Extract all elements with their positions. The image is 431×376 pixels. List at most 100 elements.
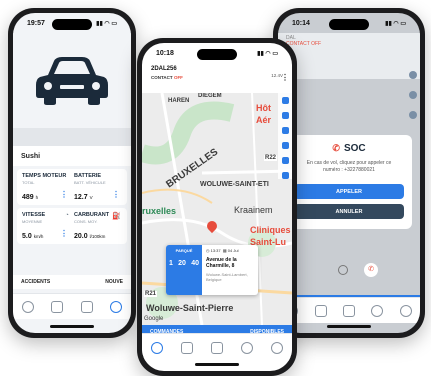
more-icon[interactable]: ⋮ — [60, 229, 68, 238]
person-icon[interactable] — [409, 91, 417, 99]
status-time: 10:14 — [292, 19, 310, 27]
cancel-button[interactable]: ANNULER — [294, 204, 404, 219]
contact-status: CONTACT OFF — [286, 41, 322, 47]
layers-icon[interactable] — [409, 71, 417, 79]
zoom-icon[interactable] — [281, 172, 289, 179]
tab-speed[interactable] — [110, 300, 123, 313]
tab-documents[interactable] — [342, 304, 355, 317]
metric-unit: V — [89, 195, 93, 200]
route-icon[interactable] — [281, 127, 289, 134]
metric-value: 20.0 l/100km — [74, 233, 122, 240]
center-phone: 10:18 ▮▮ ◠ ▭ 2DAL256 CONTACT OFF 12.4V ⋮ — [137, 38, 297, 376]
divider-band — [13, 128, 131, 146]
tab-settings[interactable] — [271, 341, 283, 354]
person-icon[interactable] — [281, 112, 289, 119]
soc-title: SOC — [343, 143, 366, 154]
parking-city: Woluwe-Saint-Lambert, Belgique — [206, 272, 248, 282]
soc-message: En cas de vol, cliquez pour appeler ce n… — [306, 160, 392, 173]
map-label-woluwe-saint-pierre: Woluwe-Saint-Pierre — [146, 303, 234, 313]
duration-hours: 20 — [178, 260, 186, 267]
tab-documents[interactable] — [211, 341, 223, 354]
engine-time-metric[interactable]: TEMPS MOTEUR TOTAL 489 h ⋮ — [22, 173, 70, 201]
parking-label: PARQUÉ — [175, 248, 193, 253]
duration-days: 1 — [169, 260, 173, 267]
map-label-airport: Aér — [256, 115, 272, 125]
tab-bar — [142, 333, 292, 361]
more-icon[interactable]: ⋮ — [112, 190, 120, 199]
tab-speed[interactable] — [371, 304, 384, 317]
metric-subtitle: BATT. VÉHICULE — [74, 180, 106, 185]
metrics-card-2: VITESSE MOYENNE 5.0 km/h ◔ ⋮ CARBURANT C… — [17, 208, 127, 244]
battery-metric[interactable]: BATTERIE BATT. VÉHICULE 12.7 V ⋮ — [74, 173, 122, 201]
tab-trips[interactable] — [314, 304, 327, 317]
map-label-kraainem: Kraainem — [234, 205, 273, 215]
parking-status: PARQUÉ 1 20 40 — [166, 245, 202, 295]
layers-icon[interactable] — [281, 97, 289, 104]
accidents-new: NOUVE — [105, 279, 123, 285]
clock-icon: ◷ — [206, 248, 210, 253]
map-label-woluwe-saint-etienne: WOLUWE-SAINT-ETI — [200, 181, 269, 188]
tab-settings[interactable] — [399, 304, 412, 317]
right-phone-screen: 10:14 ▮▮ ◠ ▭ DAL CONTACT OFF ✆ SOC En ca… — [278, 13, 420, 333]
soc-title-row: ✆ SOC — [294, 143, 404, 154]
pin-icon[interactable] — [338, 265, 348, 275]
parking-date: 04 Jul — [227, 248, 239, 253]
car-location-icon[interactable] — [281, 157, 289, 164]
metric-number: 5.0 — [22, 233, 32, 240]
more-icon[interactable]: ⋮ — [281, 73, 289, 82]
status-icons: ▮▮ ◠ ▭ — [385, 20, 406, 27]
route-icon[interactable] — [409, 111, 417, 119]
left-phone: 19:57 ▮▮ ◠ ▭ Sushi TEMPS MOTEUR TOTAL 48… — [8, 8, 136, 338]
metrics-card-1: TEMPS MOTEUR TOTAL 489 h ⋮ BATTERIE BATT… — [17, 169, 127, 205]
parking-duration: 1 20 40 — [169, 260, 199, 267]
tab-bar — [278, 297, 420, 323]
speedometer-icon: ◔ — [64, 212, 69, 219]
parking-datetime: ◷ 13:37 ▦ 04 Jul — [206, 248, 254, 253]
more-icon[interactable]: ⋮ — [60, 190, 68, 199]
fuel-metric[interactable]: CARBURANT CONS. MOY. 20.0 l/100km ⛽ — [74, 212, 122, 240]
home-indicator — [327, 325, 371, 328]
map-road-r22: R22 — [264, 155, 278, 161]
parking-popup[interactable]: PARQUÉ 1 20 40 ◷ 13:37 ▦ 04 Jul Avenue d… — [166, 245, 258, 295]
fuel-icon: ⛽ — [112, 213, 121, 220]
map-label-bruxelles-park: ruxelles — [142, 206, 177, 216]
phone-fab-icon[interactable]: ✆ — [364, 263, 378, 277]
metric-number: 12.7 — [74, 194, 88, 201]
map-label-diegem: DIEGEM — [198, 93, 222, 99]
google-logo: Google — [144, 316, 164, 322]
left-phone-screen: 19:57 ▮▮ ◠ ▭ Sushi TEMPS MOTEUR TOTAL 48… — [13, 13, 131, 333]
tab-home[interactable] — [21, 300, 34, 313]
tab-speed[interactable] — [241, 341, 253, 354]
vehicle-name[interactable]: Sushi — [13, 146, 131, 166]
phone-icon: ✆ — [332, 143, 340, 153]
accidents-bar[interactable]: ACCIDENTS NOUVE — [13, 275, 131, 289]
parking-time: 13:37 — [210, 248, 221, 253]
status-time: 19:57 — [27, 19, 45, 27]
tab-home[interactable] — [151, 341, 163, 354]
car-icon — [36, 56, 108, 105]
metric-unit: l/100km — [89, 234, 106, 239]
map-label-cliniques: Cliniques — [250, 225, 291, 235]
map-road-r21: R21 — [144, 291, 158, 297]
notch — [197, 49, 237, 60]
status-icons: ▮▮ ◠ ▭ — [96, 20, 117, 27]
contact-state: OFF — [173, 75, 183, 80]
accidents-label: ACCIDENTS — [21, 279, 51, 285]
tab-trips[interactable] — [181, 341, 193, 354]
notch — [329, 19, 369, 30]
status-time: 10:18 — [156, 49, 174, 57]
tab-documents[interactable] — [80, 300, 93, 313]
metric-subtitle: MOYENNE — [22, 219, 43, 224]
tab-trips[interactable] — [51, 300, 64, 313]
map-controls — [278, 93, 292, 179]
right-map-controls — [409, 71, 417, 119]
center-phone-screen: 10:18 ▮▮ ◠ ▭ 2DAL256 CONTACT OFF 12.4V ⋮ — [142, 43, 292, 371]
metric-title: BATTERIE — [74, 173, 102, 179]
car-illustration — [13, 33, 131, 128]
right-header: DAL CONTACT OFF — [278, 33, 420, 79]
tab-bar — [13, 293, 131, 319]
target-icon[interactable] — [281, 142, 289, 149]
map-view[interactable]: HAREN DIEGEM Hôt Aér BRUXELLES R22 WOLUW… — [142, 93, 292, 325]
speed-metric[interactable]: VITESSE MOYENNE 5.0 km/h ◔ ⋮ — [22, 212, 70, 240]
call-button[interactable]: APPELER — [294, 184, 404, 199]
